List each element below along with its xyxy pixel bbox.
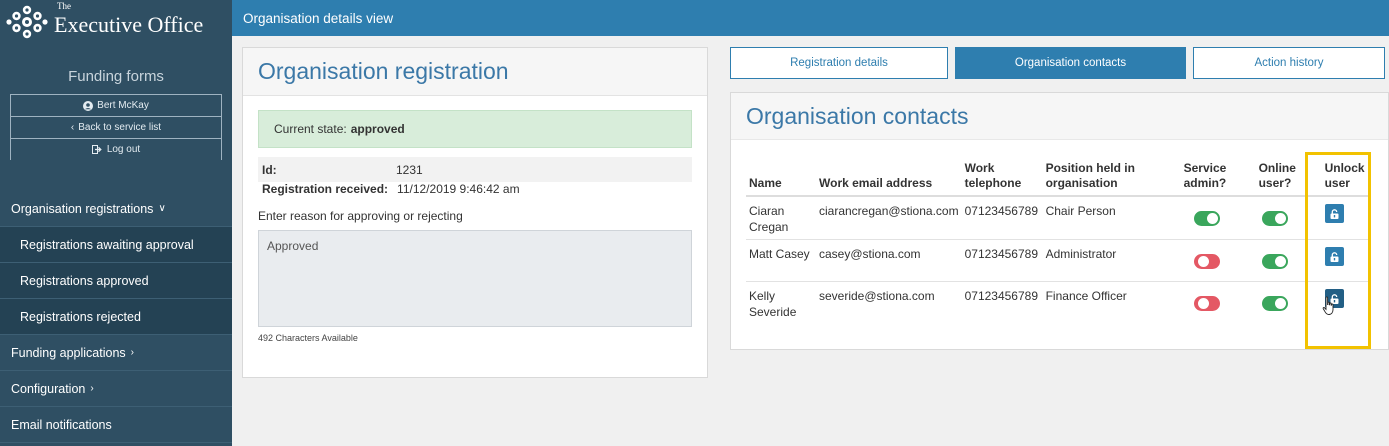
table-row: Kelly Severide severide@stiona.com 07123… bbox=[746, 282, 1368, 325]
nav-configuration[interactable]: Configuration › bbox=[0, 371, 232, 407]
online-user-toggle[interactable] bbox=[1261, 211, 1288, 226]
brand-text: The Executive Office bbox=[54, 2, 204, 37]
online-user-toggle[interactable] bbox=[1261, 296, 1288, 311]
col-name: Name bbox=[746, 157, 816, 197]
nav-registrations-awaiting-approval[interactable]: Registrations awaiting approval bbox=[0, 227, 232, 263]
online-user-cell bbox=[1255, 239, 1310, 282]
state-value: approved bbox=[350, 122, 405, 136]
registration-panel: Organisation registration Current state:… bbox=[242, 47, 708, 378]
unlock-column-highlight bbox=[1305, 152, 1371, 349]
hand-cursor-icon bbox=[1322, 296, 1334, 315]
nav-registrations-rejected[interactable]: Registrations rejected bbox=[0, 299, 232, 335]
service-admin-toggle[interactable] bbox=[1193, 254, 1220, 269]
reason-textarea[interactable]: Approved bbox=[258, 230, 692, 327]
online-user-cell bbox=[1256, 282, 1310, 325]
col-online-user: Online user? bbox=[1255, 157, 1310, 197]
reason-label: Enter reason for approving or rejecting bbox=[258, 209, 463, 223]
service-admin-cell bbox=[1180, 239, 1256, 282]
contact-email: ciarancregan@stiona.com bbox=[816, 196, 962, 240]
nav-email-notifications[interactable]: Email notifications bbox=[0, 407, 232, 443]
contacts-title: Organisation contacts bbox=[746, 102, 969, 129]
page-title: Organisation details view bbox=[243, 10, 394, 26]
registration-panel-header: Organisation registration bbox=[243, 48, 707, 96]
executive-office-logo-icon bbox=[6, 5, 48, 39]
table-row: Matt Casey casey@stiona.com 07123456789 … bbox=[746, 239, 1368, 282]
contact-phone: 07123456789 bbox=[961, 239, 1043, 282]
online-user-toggle[interactable] bbox=[1261, 254, 1288, 269]
form-title: Funding forms bbox=[68, 68, 164, 85]
sidebar: The Executive Office Funding forms Bert … bbox=[0, 0, 232, 446]
brand-name: Executive Office bbox=[54, 12, 204, 37]
col-phone: Work telephone bbox=[961, 157, 1043, 197]
contact-name: Kelly Severide bbox=[749, 289, 797, 319]
nav-label: Funding applications bbox=[11, 345, 126, 360]
service-admin-toggle[interactable] bbox=[1193, 211, 1220, 226]
col-service-admin: Service admin? bbox=[1180, 157, 1256, 197]
nav-funding-applications[interactable]: Funding applications › bbox=[0, 335, 232, 371]
brand[interactable]: The Executive Office bbox=[0, 0, 232, 44]
nav-label: Registrations approved bbox=[20, 273, 149, 288]
nav-registrations-approved[interactable]: Registrations approved bbox=[0, 263, 232, 299]
sidebar-nav: Organisation registrations ∨ Registratio… bbox=[0, 191, 232, 443]
nav-label: Registrations awaiting approval bbox=[20, 237, 194, 252]
state-label: Current state: bbox=[274, 122, 347, 136]
user-profile-button[interactable]: Bert McKay bbox=[10, 94, 222, 116]
table-row: Ciaran Cregan ciarancregan@stiona.com 07… bbox=[746, 196, 1368, 240]
col-email: Work email address bbox=[816, 157, 962, 197]
contact-name: Ciaran Cregan bbox=[746, 196, 816, 240]
nav-label: Configuration bbox=[11, 381, 86, 396]
back-label: Back to service list bbox=[78, 122, 162, 133]
service-admin-cell bbox=[1181, 282, 1256, 325]
online-user-cell bbox=[1255, 196, 1310, 240]
nav-organisation-registrations[interactable]: Organisation registrations ∨ bbox=[0, 191, 232, 227]
id-row: Id: 1231 bbox=[258, 157, 692, 182]
contact-position: Finance Officer bbox=[1045, 289, 1127, 303]
chevron-left-icon: ‹ bbox=[70, 122, 75, 133]
chevron-right-icon: › bbox=[90, 383, 94, 394]
registration-title: Organisation registration bbox=[258, 58, 509, 84]
nav-label: Registrations rejected bbox=[20, 309, 141, 324]
table-header-row: Name Work email address Work telephone P… bbox=[746, 157, 1368, 197]
received-label: Registration received: bbox=[262, 182, 389, 196]
id-label: Id: bbox=[262, 162, 277, 177]
characters-available: 492 Characters Available bbox=[258, 333, 358, 343]
nav-label: Email notifications bbox=[11, 417, 112, 432]
contact-email: casey@stiona.com bbox=[816, 239, 962, 282]
sign-out-icon bbox=[91, 145, 102, 154]
contacts-panel: Organisation contacts Name Work email ad… bbox=[730, 92, 1389, 350]
received-row: Registration received: 11/12/2019 9:46:4… bbox=[258, 182, 692, 202]
top-bar: Organisation details view bbox=[232, 0, 1389, 36]
col-position: Position held in organisation bbox=[1042, 157, 1181, 197]
tab-action-history[interactable]: Action history bbox=[1193, 47, 1385, 79]
brand-the: The bbox=[57, 1, 71, 11]
nav-label: Organisation registrations bbox=[11, 201, 154, 216]
current-state-alert: Current state: approved bbox=[258, 110, 692, 148]
contact-email: severide@stiona.com bbox=[819, 289, 935, 303]
contact-phone: 07123456789 bbox=[964, 289, 1039, 303]
service-admin-cell bbox=[1180, 196, 1256, 240]
logout-label: Log out bbox=[106, 144, 141, 155]
received-value: 11/12/2019 9:46:42 am bbox=[397, 182, 520, 196]
service-admin-toggle[interactable] bbox=[1193, 296, 1220, 311]
contact-phone: 07123456789 bbox=[961, 196, 1043, 240]
back-to-service-list-button[interactable]: ‹ Back to service list bbox=[10, 116, 222, 138]
chevron-right-icon: › bbox=[130, 347, 135, 358]
id-value: 1231 bbox=[396, 162, 423, 177]
contacts-table: Name Work email address Work telephone P… bbox=[746, 157, 1368, 324]
contact-name: Matt Casey bbox=[746, 239, 816, 282]
user-circle-icon bbox=[83, 100, 94, 111]
chevron-down-icon: ∨ bbox=[158, 203, 166, 214]
logout-button[interactable]: Log out bbox=[10, 138, 222, 160]
tab-registration-details[interactable]: Registration details bbox=[730, 47, 948, 79]
tab-organisation-contacts[interactable]: Organisation contacts bbox=[955, 47, 1186, 79]
contact-position: Chair Person bbox=[1042, 196, 1181, 240]
registration-details: Id: 1231 Registration received: 11/12/20… bbox=[258, 157, 692, 202]
contacts-panel-header: Organisation contacts bbox=[731, 93, 1388, 140]
contact-position: Administrator bbox=[1042, 239, 1181, 282]
user-name: Bert McKay bbox=[97, 100, 149, 111]
